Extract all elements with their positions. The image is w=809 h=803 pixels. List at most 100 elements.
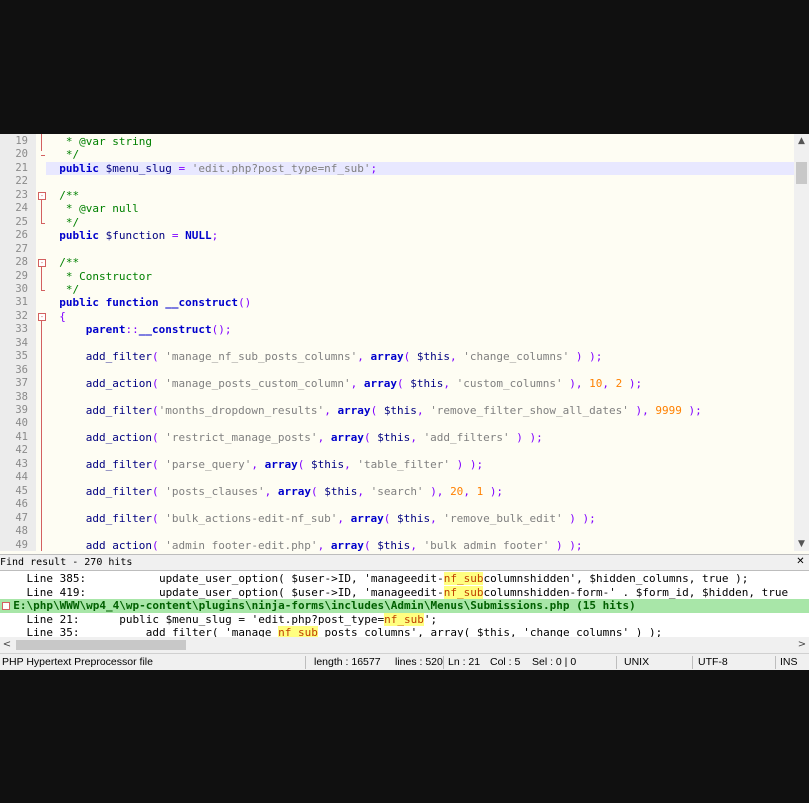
line-number: 27 (15, 242, 28, 255)
line-number: 45 (15, 484, 28, 497)
line-number: 24 (15, 202, 28, 215)
line-number: 22 (15, 175, 28, 188)
code-line[interactable] (46, 498, 794, 511)
code-line[interactable]: add_filter( 'bulk_actions-edit-nf_sub', … (46, 512, 794, 525)
horizontal-scrollbar[interactable]: < > (0, 637, 809, 653)
find-result-list[interactable]: Line 385: update_user_option( $user->ID,… (0, 571, 809, 637)
find-result-hit[interactable]: Line 419: update_user_option( $user->ID,… (0, 585, 809, 600)
line-number: 49 (15, 538, 28, 551)
status-encoding[interactable]: UTF-8 (698, 654, 728, 670)
scroll-up-icon[interactable]: ▲ (794, 134, 809, 148)
code-line[interactable]: public function __construct() (46, 296, 794, 309)
line-number: 46 (15, 498, 28, 511)
code-area[interactable]: * @var string */ public $menu_slug = 'ed… (46, 134, 794, 551)
status-separator (775, 656, 776, 669)
code-line[interactable]: add_filter( 'parse_query', array( $this,… (46, 458, 794, 471)
find-result-file[interactable]: E:\php\WWW\wp4_4\wp-content\plugins\ninj… (0, 599, 809, 613)
line-number: 43 (15, 457, 28, 470)
fold-line (41, 320, 42, 551)
code-editor[interactable]: 19 20 21 22 23 24 25 26 27 28 29 30 31 32 33 34 35 36 37 38… (0, 134, 809, 551)
fold-margin[interactable]: - - - (36, 134, 46, 551)
status-eol[interactable]: UNIX (624, 654, 649, 670)
code-line[interactable] (46, 444, 794, 457)
line-number-gutter: 19 20 21 22 23 24 25 26 27 28 29 30 31 32 33 34 35 36 37 38… (0, 134, 36, 551)
line-number: 35 (15, 350, 28, 363)
code-line[interactable]: add_filter( 'posts_clauses', array( $thi… (46, 485, 794, 498)
code-line[interactable]: public $menu_slug = 'edit.php?post_type=… (46, 161, 794, 176)
code-line[interactable]: * @var null (46, 202, 794, 215)
code-line[interactable]: */ (46, 148, 794, 161)
fold-end (41, 289, 45, 291)
fold-end (41, 155, 45, 157)
line-number: 23 (15, 188, 28, 201)
notepad-window: 19 20 21 22 23 24 25 26 27 28 29 30 31 32 33 34 35 36 37 38… (0, 134, 809, 670)
line-number: 41 (15, 430, 28, 443)
code-line[interactable]: parent::__construct(); (46, 323, 794, 336)
line-number: 44 (15, 471, 28, 484)
code-line[interactable]: add_action( 'manage_posts_custom_column'… (46, 377, 794, 390)
status-separator (443, 656, 444, 669)
status-column: Col : 5 (490, 656, 521, 668)
find-result-hit[interactable]: Line 35: add_filter( 'manage_nf_sub_post… (0, 626, 809, 637)
code-line[interactable] (46, 175, 794, 188)
find-result-hit[interactable]: Line 385: update_user_option( $user->ID,… (0, 572, 809, 586)
fold-toggle-icon[interactable]: - (38, 312, 46, 321)
code-line[interactable]: { (46, 310, 794, 323)
code-line[interactable] (46, 417, 794, 430)
close-icon[interactable]: ✕ (795, 556, 806, 567)
fold-toggle-icon[interactable]: - (38, 259, 46, 268)
status-insert-mode[interactable]: INS (780, 654, 798, 670)
code-line[interactable]: * Constructor (46, 270, 794, 283)
line-number: 29 (15, 269, 28, 282)
code-line[interactable] (46, 391, 794, 404)
line-number: 40 (15, 417, 28, 430)
line-number: 37 (15, 377, 28, 390)
scroll-down-icon[interactable]: ▼ (794, 537, 809, 551)
code-line[interactable]: add_filter('months_dropdown_results', ar… (46, 404, 794, 417)
status-length: length : 16577 (314, 656, 381, 668)
line-number: 32 (15, 309, 28, 322)
status-separator (305, 656, 306, 669)
status-line-number: Ln : 21 (448, 656, 481, 668)
code-line[interactable]: /** (46, 256, 794, 269)
line-number: 42 (15, 444, 28, 457)
fold-line (41, 134, 42, 152)
line-number: 21 (15, 161, 28, 174)
find-result-hit[interactable]: Line 21: public $menu_slug = 'edit.php?p… (0, 612, 809, 627)
code-line[interactable]: add_action( 'admin_footer-edit.php', arr… (46, 539, 794, 552)
status-file-type: PHP Hypertext Preprocessor file (2, 656, 153, 668)
fold-toggle-icon[interactable] (2, 602, 10, 610)
line-number: 38 (15, 390, 28, 403)
status-separator (616, 656, 617, 669)
scroll-right-icon[interactable]: > (795, 637, 809, 653)
line-number: 26 (15, 229, 28, 242)
vertical-scroll-thumb[interactable] (796, 162, 807, 184)
horizontal-scroll-thumb[interactable] (16, 640, 186, 650)
code-line[interactable]: * @var string (46, 135, 794, 148)
fold-toggle-icon[interactable]: - (38, 191, 46, 200)
code-line[interactable] (46, 243, 794, 256)
line-number: 25 (15, 215, 28, 228)
code-line[interactable] (46, 471, 794, 484)
code-line[interactable]: */ (46, 216, 794, 229)
status-selection: Sel : 0 | 0 (532, 656, 577, 668)
status-separator (692, 656, 693, 669)
line-number: 19 (15, 135, 28, 147)
line-number: 30 (15, 282, 28, 295)
code-line[interactable] (46, 364, 794, 377)
code-line[interactable]: add_action( 'restrict_manage_posts', arr… (46, 431, 794, 444)
code-line[interactable] (46, 525, 794, 538)
code-line[interactable] (46, 337, 794, 350)
line-number: 36 (15, 363, 28, 376)
line-number: 28 (15, 256, 28, 269)
code-line[interactable]: /** (46, 189, 794, 202)
line-number: 33 (15, 323, 28, 336)
code-line[interactable]: public $function = NULL; (46, 229, 794, 242)
line-number: 48 (15, 525, 28, 538)
line-number: 31 (15, 296, 28, 309)
scroll-left-icon[interactable]: < (0, 637, 14, 653)
code-line[interactable]: */ (46, 283, 794, 296)
code-line[interactable]: add_filter( 'manage_nf_sub_posts_columns… (46, 350, 794, 363)
fold-line (41, 267, 42, 290)
vertical-scrollbar[interactable]: ▲ ▼ (794, 134, 809, 551)
